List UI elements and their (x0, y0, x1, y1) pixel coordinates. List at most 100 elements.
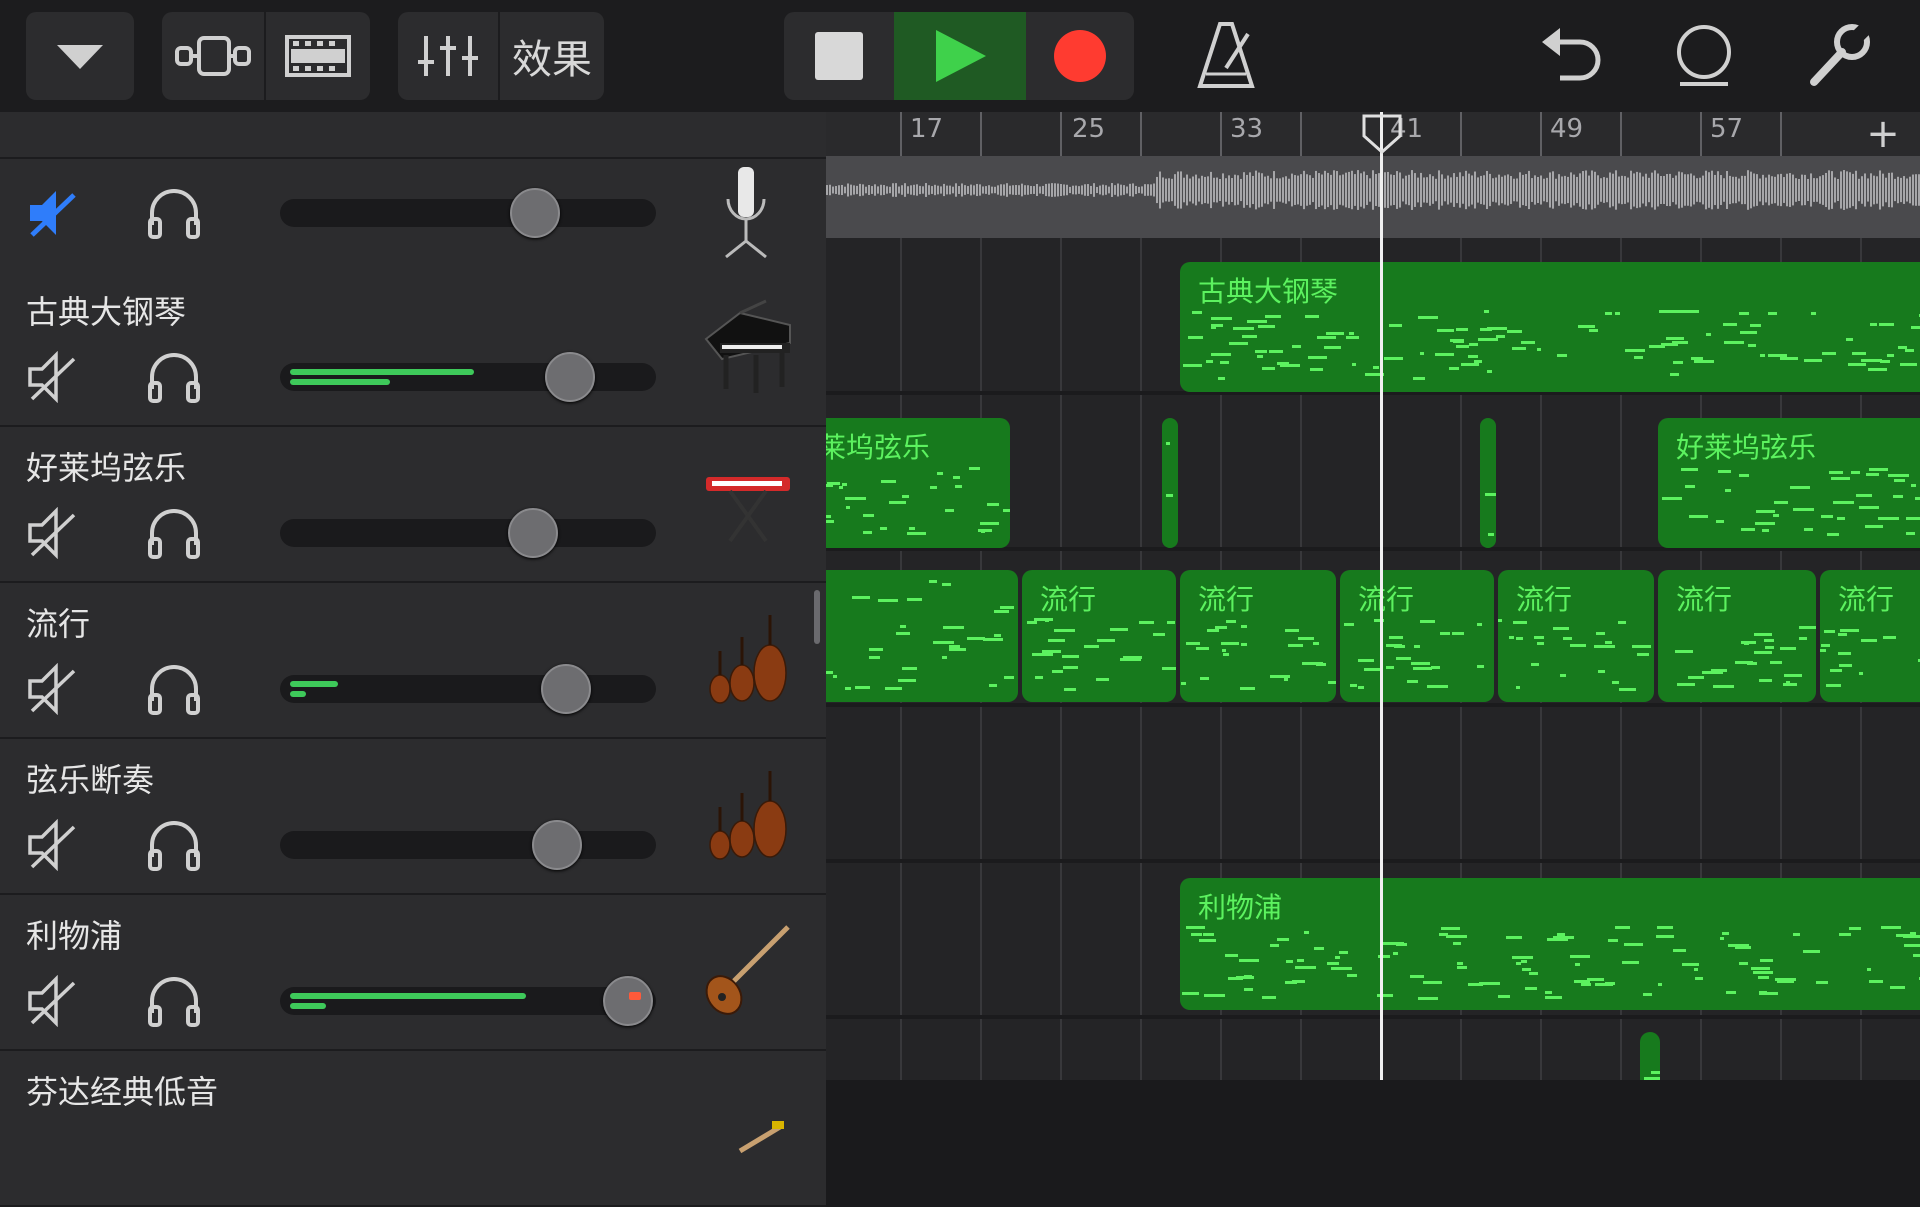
waveform-sample (1732, 176, 1734, 204)
play-button[interactable] (894, 12, 1026, 100)
track-menu-button[interactable] (26, 12, 134, 100)
midi-region[interactable]: 流行 (1180, 570, 1336, 702)
midi-region[interactable]: 流行 (1658, 570, 1816, 702)
play-icon (936, 30, 986, 82)
waveform-sample (1621, 175, 1623, 205)
playhead-handle[interactable] (1362, 114, 1402, 154)
settings-button[interactable] (1806, 22, 1872, 88)
mute-icon[interactable] (26, 507, 78, 559)
headphones-icon[interactable] (146, 973, 202, 1029)
mute-icon[interactable] (26, 975, 78, 1027)
master-volume-slider[interactable] (280, 188, 656, 238)
midi-note (1570, 955, 1590, 958)
volume-slider[interactable] (280, 352, 656, 402)
master-mute-icon[interactable] (26, 187, 78, 239)
headphones-icon[interactable] (146, 349, 202, 405)
track-header[interactable]: 芬达经典低音 (0, 1051, 826, 1207)
midi-region[interactable]: 流行 (1340, 570, 1494, 702)
mixer-button[interactable] (398, 12, 500, 100)
volume-knob[interactable] (541, 664, 591, 714)
playhead[interactable] (1380, 112, 1383, 1080)
metronome-button[interactable] (1196, 20, 1256, 92)
midi-note (1247, 320, 1267, 323)
volume-slider[interactable] (280, 820, 656, 870)
headphones-icon[interactable] (146, 817, 202, 873)
midi-region[interactable] (1640, 1032, 1660, 1080)
waveform-sample (1525, 174, 1527, 206)
volume-knob[interactable] (532, 820, 582, 870)
midi-note (929, 580, 937, 583)
tracks-area[interactable]: 古典大钢琴 莱坞弦乐 好莱坞弦乐 流行 流行 流行 流行 流行 流行 利物浦 (826, 238, 1920, 1080)
undo-button[interactable] (1540, 22, 1602, 88)
record-button[interactable] (1026, 12, 1134, 100)
waveform-sample (1906, 178, 1908, 202)
waveform-sample (1012, 185, 1014, 195)
waveform-sample (1405, 175, 1407, 205)
midi-note (1911, 326, 1920, 329)
waveform-sample (1204, 176, 1206, 204)
midi-region[interactable]: 好莱坞弦乐 (1658, 418, 1920, 548)
track-header[interactable]: 利物浦 (0, 895, 826, 1051)
master-volume-knob[interactable] (510, 188, 560, 238)
waveform-sample (1291, 173, 1293, 207)
midi-note (1498, 619, 1502, 622)
midi-note (1352, 363, 1356, 366)
effects-button[interactable]: 效果 (500, 12, 604, 100)
mute-icon[interactable] (26, 819, 78, 871)
loop-button[interactable] (1672, 20, 1736, 90)
track-view-button[interactable] (162, 12, 266, 100)
volume-knob[interactable] (545, 352, 595, 402)
midi-region[interactable]: 莱坞弦乐 (826, 418, 1010, 548)
track-header[interactable]: 好莱坞弦乐 (0, 427, 826, 583)
midi-region[interactable] (1162, 418, 1178, 548)
volume-slider[interactable] (280, 508, 656, 558)
waveform-sample (910, 185, 912, 195)
waveform-sample (1645, 173, 1647, 207)
mute-icon[interactable] (26, 351, 78, 403)
track-header[interactable]: 弦乐断奏 (0, 739, 826, 895)
midi-region[interactable] (1480, 418, 1496, 548)
waveform-sample (1501, 176, 1503, 204)
midi-note (896, 632, 910, 635)
midi-note (1225, 954, 1238, 957)
midi-note (1723, 323, 1737, 326)
midi-note (1393, 952, 1398, 955)
midi-note (1879, 323, 1894, 326)
master-headphones-icon[interactable] (146, 185, 202, 241)
waveform-sample (1264, 176, 1266, 204)
midi-note (1324, 346, 1341, 349)
headphones-icon[interactable] (146, 505, 202, 561)
midi-note (1666, 337, 1684, 340)
track-header[interactable]: 古典大钢琴 (0, 271, 826, 427)
add-section-button[interactable]: + (1846, 112, 1920, 156)
bar-number: 33 (1230, 114, 1264, 144)
headphones-icon[interactable] (146, 661, 202, 717)
volume-slider[interactable] (280, 664, 656, 714)
midi-region[interactable]: 流行 (1498, 570, 1654, 702)
midi-note (1277, 938, 1289, 941)
mute-icon[interactable] (26, 663, 78, 715)
scroll-indicator[interactable] (814, 590, 820, 644)
stop-button[interactable] (784, 12, 894, 100)
midi-region[interactable]: 古典大钢琴 (1180, 262, 1920, 392)
volume-knob[interactable] (603, 976, 653, 1026)
waveform-sample (1198, 178, 1200, 202)
midi-note (1288, 644, 1303, 647)
track-name: 古典大钢琴 (26, 293, 187, 331)
track-header[interactable]: 流行 (0, 583, 826, 739)
waveform-sample (1804, 174, 1806, 206)
volume-slider[interactable] (280, 976, 656, 1026)
midi-region[interactable]: 流行 (1820, 570, 1920, 702)
waveform-sample (1003, 184, 1005, 196)
waveform-sample (1375, 174, 1377, 206)
midi-note (1658, 983, 1662, 986)
waveform-sample (1828, 170, 1830, 210)
loop-browser-button[interactable] (266, 12, 370, 100)
midi-note (1244, 988, 1253, 991)
midi-region[interactable]: 流行 (1022, 570, 1176, 702)
midi-region[interactable]: 利物浦 (1180, 878, 1920, 1010)
midi-region[interactable] (826, 570, 1018, 702)
volume-knob[interactable] (508, 508, 558, 558)
midi-note (1657, 926, 1673, 929)
waveform-sample (1852, 173, 1854, 207)
